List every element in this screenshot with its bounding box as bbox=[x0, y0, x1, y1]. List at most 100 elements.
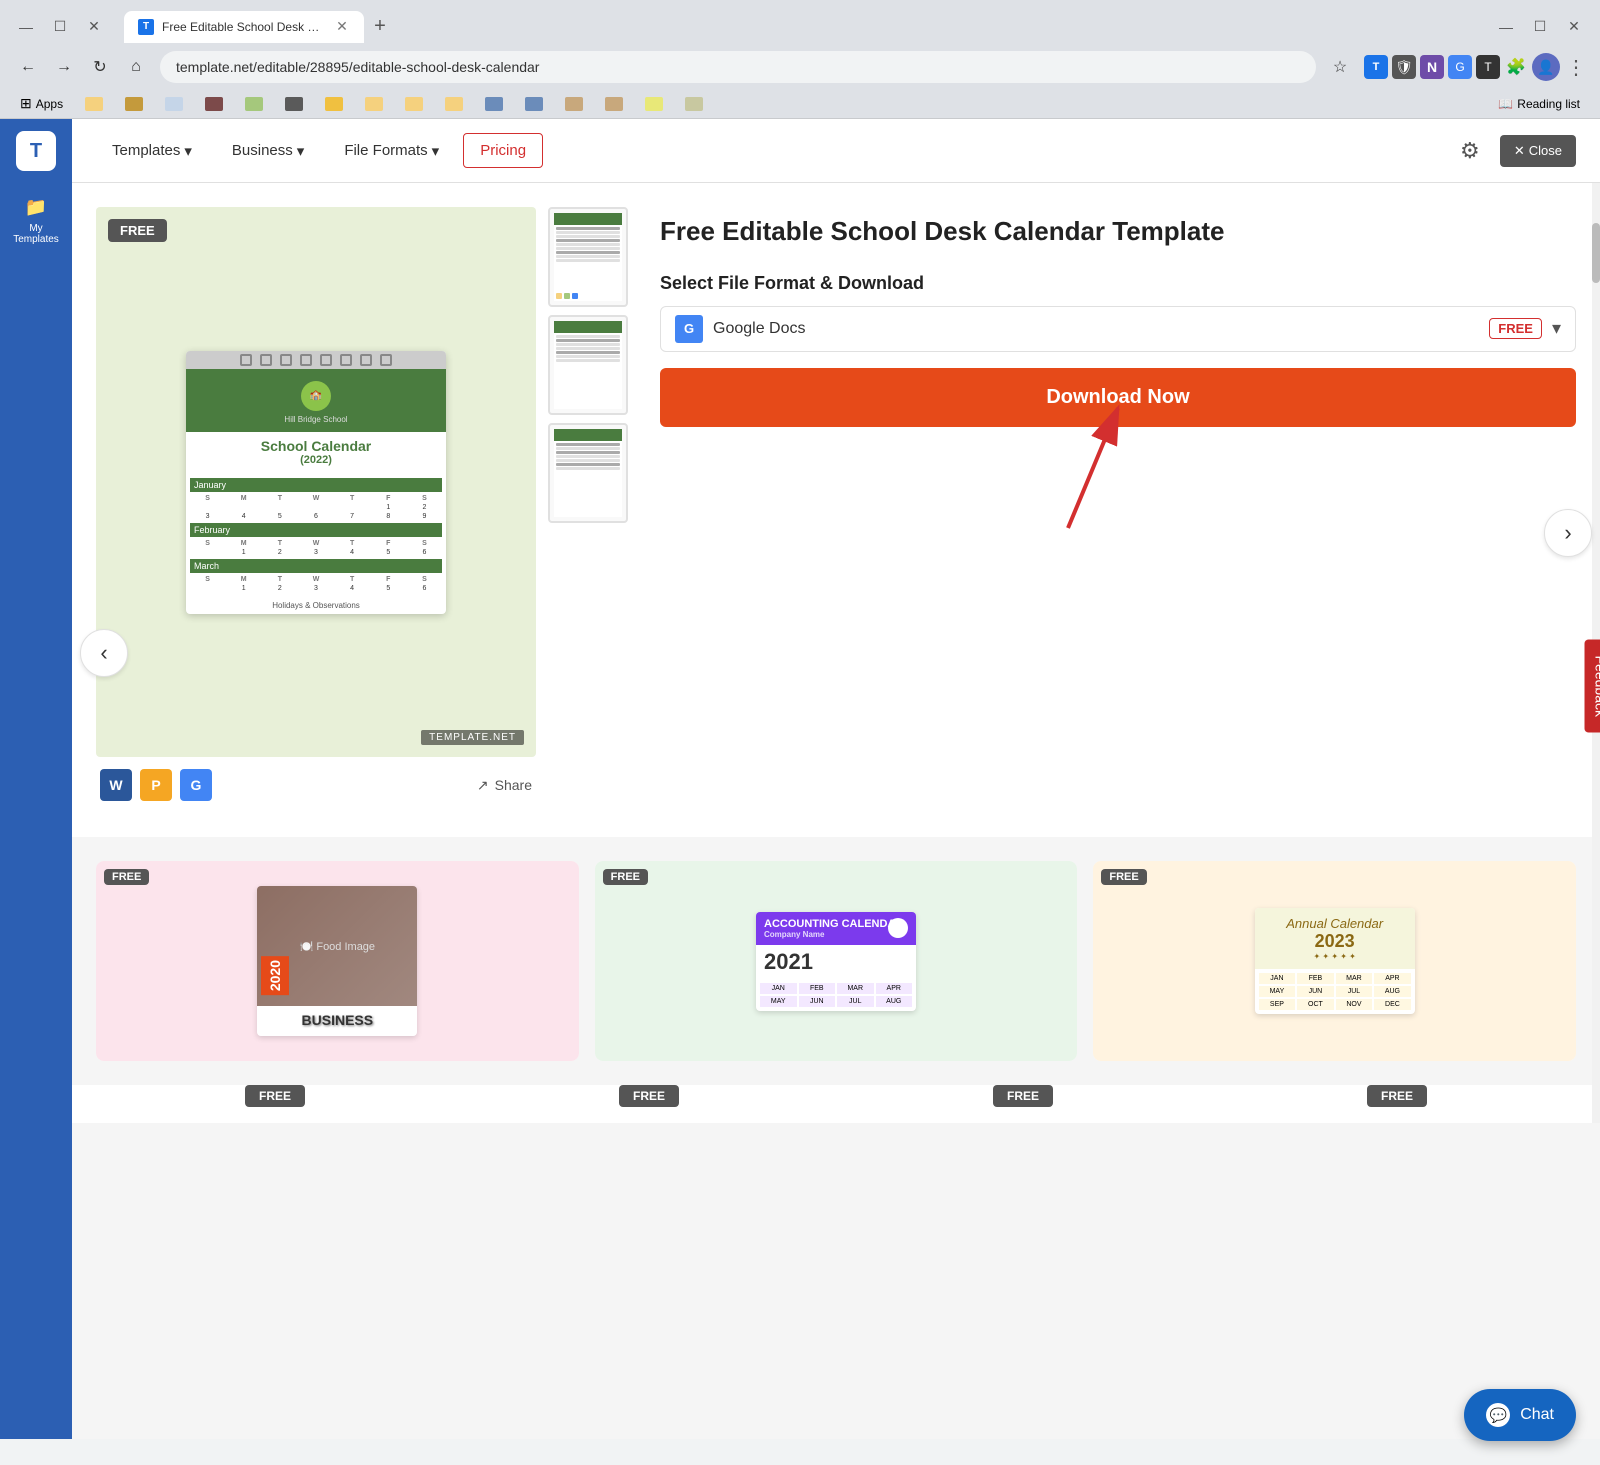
sidebar-item-my-templates[interactable]: 📁 My Templates bbox=[8, 187, 64, 253]
reading-list-button[interactable]: 📖 Reading list bbox=[1490, 95, 1588, 113]
school-name: Hill Bridge School bbox=[194, 415, 438, 424]
bottom-free-badge-4: FREE bbox=[1367, 1085, 1427, 1107]
download-button[interactable]: Download Now bbox=[660, 368, 1576, 427]
n-ext[interactable]: N bbox=[1420, 55, 1444, 79]
window-minimize-right[interactable]: — bbox=[1492, 13, 1520, 41]
reload-button[interactable]: ↻ bbox=[84, 51, 116, 83]
bookmark-15[interactable] bbox=[637, 95, 671, 113]
shield-ext[interactable]: 🛡 bbox=[1392, 55, 1416, 79]
chevron-down-icon: ▾ bbox=[184, 142, 192, 160]
puzzle-ext[interactable]: 🧩 bbox=[1504, 55, 1528, 79]
close-button[interactable]: ✕ Close bbox=[1500, 135, 1576, 167]
food-calendar: 🍽️ Food Image 2020 BUSINESS bbox=[257, 886, 417, 1036]
bookmark-13[interactable] bbox=[557, 95, 591, 113]
bookmark-5[interactable] bbox=[237, 95, 271, 113]
new-tab-button[interactable]: + bbox=[366, 13, 394, 41]
home-button[interactable]: ⌂ bbox=[120, 51, 152, 83]
back-button[interactable]: ← bbox=[12, 51, 44, 83]
bookmark-6[interactable] bbox=[277, 95, 311, 113]
scroll-thumb[interactable] bbox=[1592, 223, 1600, 283]
pages-format-icon[interactable]: P bbox=[140, 769, 172, 801]
bottom-free-item-2: FREE bbox=[470, 1085, 828, 1107]
thumbnail-3[interactable] bbox=[548, 423, 628, 523]
nav-item-pricing[interactable]: Pricing bbox=[463, 133, 543, 168]
tab-close-button[interactable]: ✕ bbox=[334, 19, 350, 35]
active-tab[interactable]: T Free Editable School Desk Calen... ✕ bbox=[124, 11, 364, 43]
docs-format-icon[interactable]: G bbox=[180, 769, 212, 801]
cards-row: FREE 🍽️ Food Image 2020 BUSINESS bbox=[96, 861, 1576, 1061]
close-window-button[interactable]: ✕ bbox=[80, 13, 108, 41]
download-section: Download Now bbox=[660, 368, 1576, 528]
card-2[interactable]: FREE ACCOUNTING CALENDAR Company Name ⚙ … bbox=[595, 861, 1078, 1061]
thumbnail-1[interactable] bbox=[548, 207, 628, 307]
apps-bookmark[interactable]: ⊞ Apps bbox=[12, 93, 71, 114]
format-selector[interactable]: G Google Docs FREE ▾ bbox=[660, 306, 1576, 352]
chat-button[interactable]: 💬 Chat bbox=[1464, 1389, 1576, 1441]
bookmark-11[interactable] bbox=[477, 95, 511, 113]
preview-area: FREE 🏫 Hill Bridge Schoo bbox=[96, 207, 536, 813]
nav-item-business[interactable]: Business ▾ bbox=[216, 134, 320, 168]
nav-item-file-formats[interactable]: File Formats ▾ bbox=[328, 134, 455, 168]
format-name: Google Docs bbox=[713, 320, 1479, 338]
chevron-down-icon-2: ▾ bbox=[297, 142, 305, 160]
word-format-icon[interactable]: W bbox=[100, 769, 132, 801]
nav-item-templates[interactable]: Templates ▾ bbox=[96, 134, 208, 168]
window-controls: — ☐ ✕ bbox=[12, 13, 108, 41]
next-arrow[interactable]: › bbox=[1544, 509, 1592, 557]
t-ext[interactable]: T bbox=[1476, 55, 1500, 79]
window-maximize-right[interactable]: ☐ bbox=[1526, 13, 1554, 41]
chevron-icon: ▾ bbox=[1552, 318, 1561, 339]
share-icon: ↗ bbox=[477, 777, 489, 794]
bookmark-14[interactable] bbox=[597, 95, 631, 113]
bookmark-8[interactable] bbox=[357, 95, 391, 113]
forward-button[interactable]: → bbox=[48, 51, 80, 83]
bookmark-1[interactable] bbox=[77, 95, 111, 113]
bookmark-16[interactable] bbox=[677, 95, 711, 113]
bookmark-10[interactable] bbox=[437, 95, 471, 113]
bookmark-button[interactable]: ☆ bbox=[1324, 51, 1356, 83]
card-3-free-badge: FREE bbox=[1101, 869, 1146, 885]
bookmark-3[interactable] bbox=[157, 95, 191, 113]
top-nav: Templates ▾ Business ▾ File Formats ▾ Pr… bbox=[72, 119, 1600, 183]
bottom-free-item-4: FREE bbox=[1218, 1085, 1576, 1107]
tab-bar: T Free Editable School Desk Calen... ✕ + bbox=[116, 11, 402, 43]
profile-icon[interactable]: 👤 bbox=[1532, 53, 1560, 81]
address-bar: ← → ↻ ⌂ ☆ T 🛡 N G T 🧩 👤 ⋮ bbox=[0, 45, 1600, 89]
folder-icon: 📁 bbox=[24, 195, 48, 219]
thumbnail-strip bbox=[548, 207, 628, 523]
nav-controls: ← → ↻ ⌂ bbox=[12, 51, 152, 83]
card-1-image: 🍽️ Food Image 2020 BUSINESS bbox=[96, 861, 579, 1061]
translate-ext[interactable]: T bbox=[1364, 55, 1388, 79]
card-1[interactable]: FREE 🍽️ Food Image 2020 BUSINESS bbox=[96, 861, 579, 1061]
window-close-right[interactable]: ✕ bbox=[1560, 13, 1588, 41]
bookmark-4[interactable] bbox=[197, 95, 231, 113]
card-3-image: Annual Calendar 2023 ✦ ✦ ✦ ✦ ✦ JANFEB MA… bbox=[1093, 861, 1576, 1061]
bookmark-7[interactable] bbox=[317, 95, 351, 113]
card-2-free-badge: FREE bbox=[603, 869, 648, 885]
maximize-button[interactable]: ☐ bbox=[46, 13, 74, 41]
bookmark-12[interactable] bbox=[517, 95, 551, 113]
annual-year: 2023 bbox=[1263, 931, 1407, 952]
bottom-free-badge-1: FREE bbox=[245, 1085, 305, 1107]
dots-menu[interactable]: ⋮ bbox=[1564, 55, 1588, 79]
settings-button[interactable]: ⚙ bbox=[1452, 133, 1488, 169]
url-input[interactable] bbox=[160, 51, 1316, 83]
acc-year: 2021 bbox=[756, 945, 916, 979]
feedback-tab[interactable]: Feedback bbox=[1584, 639, 1600, 732]
free-tag: FREE bbox=[1489, 318, 1542, 339]
prev-arrow[interactable]: ‹ bbox=[80, 629, 128, 677]
bookmark-9[interactable] bbox=[397, 95, 431, 113]
thumbnail-2[interactable] bbox=[548, 315, 628, 415]
bookmark-2[interactable] bbox=[117, 95, 151, 113]
minimize-button[interactable]: — bbox=[12, 13, 40, 41]
business-label: BUSINESS bbox=[302, 1012, 374, 1028]
card-3[interactable]: FREE Annual Calendar 2023 ✦ ✦ ✦ ✦ ✦ JANF… bbox=[1093, 861, 1576, 1061]
g-ext[interactable]: G bbox=[1448, 55, 1472, 79]
bottom-free-badge-3: FREE bbox=[993, 1085, 1053, 1107]
right-panel: Free Editable School Desk Calendar Templ… bbox=[660, 207, 1576, 813]
sidebar-item-label: My Templates bbox=[13, 223, 59, 245]
card-2-image: ACCOUNTING CALENDAR Company Name ⚙ 2021 … bbox=[595, 861, 1078, 1061]
share-button[interactable]: ↗ Share bbox=[477, 777, 532, 794]
template-modal: FREE 🏫 Hill Bridge Schoo bbox=[72, 183, 1600, 837]
bottom-free-item-3: FREE bbox=[844, 1085, 1202, 1107]
